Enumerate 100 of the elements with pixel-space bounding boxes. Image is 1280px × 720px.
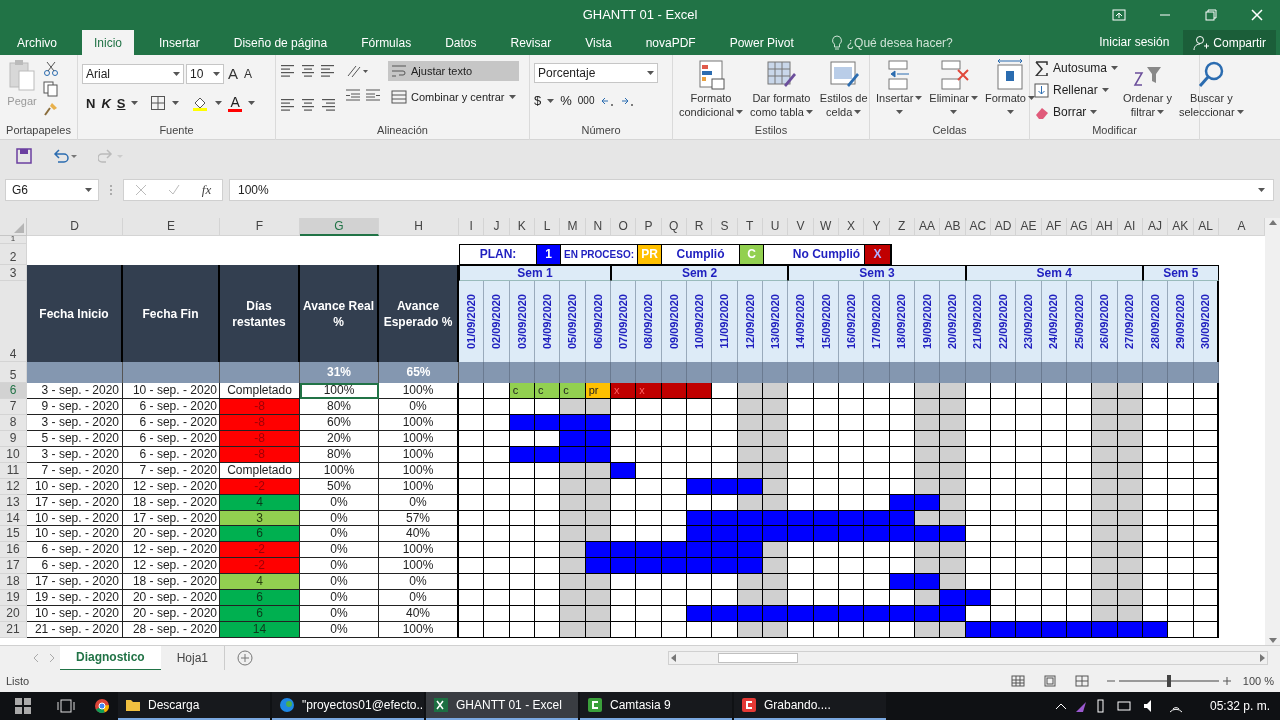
row-header[interactable]: 18 [0, 574, 27, 591]
row-header[interactable]: 4 [0, 281, 27, 362]
fill-color-icon[interactable] [191, 95, 210, 112]
fill-button[interactable]: Rellenar [1034, 81, 1119, 99]
align-middle-icon[interactable] [300, 63, 316, 79]
ribbon-tab[interactable]: Diseño de página [224, 30, 337, 55]
table-cell[interactable]: 0% [300, 606, 379, 623]
column-header[interactable]: Q [661, 218, 687, 236]
column-header[interactable]: Z [889, 218, 915, 236]
italic-button[interactable]: K [101, 93, 111, 113]
column-header[interactable]: U [762, 218, 789, 236]
autosum-button[interactable]: Autosuma [1034, 59, 1119, 77]
row-header[interactable]: 20 [0, 606, 27, 623]
bold-button[interactable]: N [86, 93, 96, 113]
vertical-scrollbar[interactable] [1265, 218, 1280, 645]
zoom-slider[interactable] [1118, 675, 1219, 687]
sign-in-link[interactable]: Iniciar sesión [1099, 30, 1170, 55]
column-header[interactable]: P [636, 218, 662, 236]
table-cell[interactable]: 0% [300, 574, 379, 591]
table-cell[interactable]: 0% [300, 590, 379, 607]
conditional-format-button[interactable]: Formato condicional [677, 59, 746, 123]
column-header[interactable]: AL [1193, 218, 1219, 236]
column-header[interactable]: AG [1066, 218, 1093, 236]
delete-cells-button[interactable]: Eliminar [927, 59, 981, 123]
align-center-icon[interactable] [300, 97, 316, 113]
ribbon-tab[interactable]: Datos [436, 30, 486, 55]
zoom-in-icon[interactable] [1222, 677, 1231, 685]
currency-button[interactable]: $ [534, 91, 542, 111]
font-name-dropdown[interactable]: Arial [82, 64, 184, 85]
row-header[interactable]: 6 [0, 383, 27, 399]
column-header[interactable]: S [712, 218, 738, 236]
column-header[interactable]: X [838, 218, 865, 236]
text-orientation-icon[interactable] [345, 63, 369, 79]
undo-icon[interactable] [52, 148, 78, 164]
column-header[interactable]: G [300, 218, 379, 236]
column-header[interactable]: O [610, 218, 637, 236]
scroll-thumb[interactable] [718, 653, 798, 663]
align-left-icon[interactable] [280, 97, 296, 113]
column-header[interactable]: D [27, 218, 123, 236]
format-painter-icon[interactable] [43, 101, 59, 117]
page-layout-icon[interactable] [1042, 675, 1057, 687]
column-header[interactable]: N [585, 218, 611, 236]
grow-font-button[interactable]: A [226, 63, 240, 86]
column-header[interactable]: R [686, 218, 713, 236]
table-cell[interactable]: 20% [300, 430, 379, 447]
borders-icon[interactable] [150, 95, 167, 112]
row-header[interactable]: 16 [0, 542, 27, 559]
taskbar-button[interactable]: Camtasia 9 [580, 692, 732, 720]
font-color-button[interactable]: A [228, 94, 242, 112]
table-cell[interactable]: 0% [300, 558, 379, 575]
row-header[interactable]: 19 [0, 590, 27, 607]
column-header[interactable]: A [1218, 218, 1265, 236]
taskbar-button[interactable]: GHANTT 01 - Excel [426, 692, 578, 720]
column-header[interactable]: AC [965, 218, 991, 236]
ribbon-tab[interactable]: Insertar [150, 30, 209, 55]
clear-button[interactable]: Borrar [1034, 103, 1119, 121]
number-format-dropdown[interactable]: Porcentaje [534, 63, 658, 83]
indent-icon[interactable] [345, 87, 381, 103]
save-icon[interactable] [16, 148, 32, 164]
percent-button[interactable]: % [560, 91, 572, 111]
table-cell[interactable]: 80% [300, 446, 379, 463]
ribbon-tab[interactable]: Revisar [501, 30, 561, 55]
table-cell[interactable]: 100% [300, 383, 379, 399]
row-header[interactable]: 21 [0, 622, 27, 638]
thousands-button[interactable]: 000 [577, 93, 595, 109]
row-header[interactable]: 2 [0, 244, 27, 265]
column-header[interactable]: AJ [1142, 218, 1169, 236]
taskbar-button[interactable]: Grabando.... [734, 692, 886, 720]
column-header[interactable]: V [788, 218, 814, 236]
column-header[interactable]: Y [864, 218, 890, 236]
column-header[interactable]: J [484, 218, 510, 236]
column-header[interactable]: AE [1016, 218, 1042, 236]
horizontal-scrollbar[interactable] [668, 651, 1268, 665]
column-header[interactable]: E [123, 218, 220, 236]
align-top-icon[interactable] [280, 63, 296, 79]
taskbar-button[interactable]: Descarga [118, 692, 270, 720]
column-header[interactable]: F [220, 218, 300, 236]
ribbon-tab[interactable]: Power Pivot [720, 30, 803, 55]
ribbon-tab[interactable]: Inicio [82, 30, 135, 55]
column-header[interactable]: AK [1168, 218, 1194, 236]
table-cell[interactable]: 0% [300, 526, 379, 543]
ribbon-tab[interactable]: Archivo [8, 30, 66, 55]
zoom-out-icon[interactable] [1106, 677, 1115, 685]
column-header[interactable]: W [813, 218, 839, 236]
taskbar-button[interactable]: "proyectos01@efecto... [272, 692, 424, 720]
align-right-icon[interactable] [320, 97, 336, 113]
add-sheet-icon[interactable] [237, 650, 254, 666]
table-cell[interactable]: 100% [300, 462, 379, 479]
format-cells-button[interactable]: Formato [983, 59, 1037, 123]
name-box[interactable]: G6 [5, 179, 99, 201]
find-select-button[interactable]: Buscar y seleccionar [1176, 59, 1246, 123]
wrap-text-button[interactable]: Ajustar texto [388, 61, 519, 81]
column-header[interactable]: AF [1041, 218, 1067, 236]
column-header[interactable]: AB [940, 218, 966, 236]
underline-button[interactable]: S [116, 93, 126, 113]
table-cell[interactable]: 0% [300, 510, 379, 527]
font-size-dropdown[interactable]: 10 [186, 64, 224, 85]
sort-filter-button[interactable]: Ordenar y filtrar [1121, 59, 1174, 123]
insert-function-button[interactable]: fx [201, 180, 212, 200]
row-header[interactable]: 1 [0, 236, 27, 244]
